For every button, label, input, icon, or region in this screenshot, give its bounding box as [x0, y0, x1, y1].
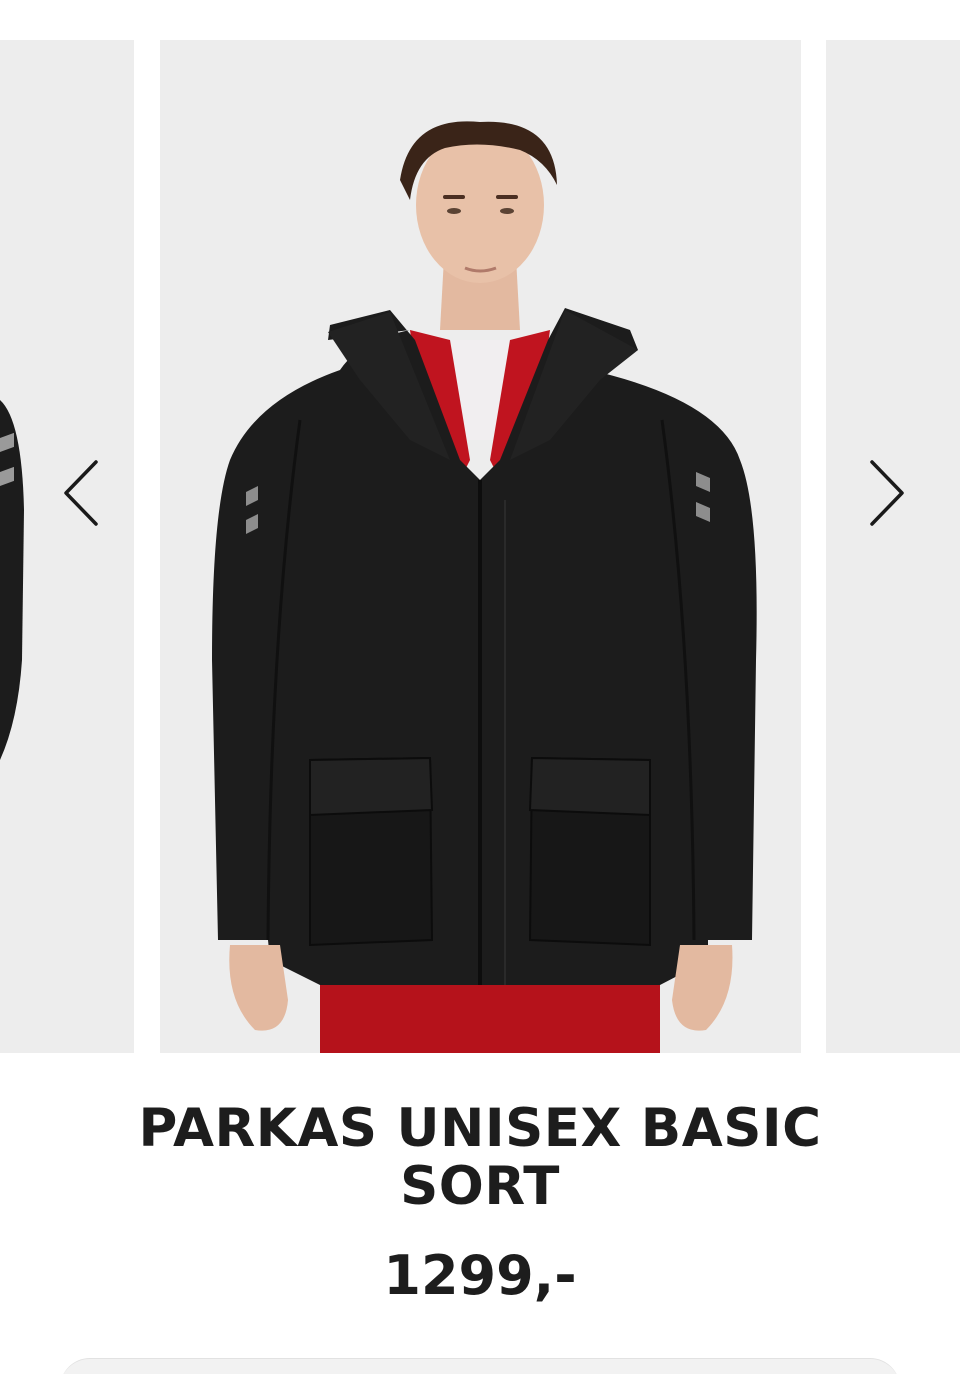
chevron-left-icon: [64, 460, 98, 526]
carousel-slide-current: [160, 40, 801, 1053]
carousel-slide-next[interactable]: [826, 40, 960, 1053]
product-price: 1299,-: [383, 1244, 577, 1307]
carousel-slide-previous[interactable]: [0, 40, 134, 1053]
product-info: PARKAS UNISEX BASIC SORT 1299,-: [0, 1100, 960, 1306]
carousel-next-button[interactable]: [856, 448, 916, 538]
product-page: PARKAS UNISEX BASIC SORT 1299,-: [0, 0, 960, 1374]
product-title: PARKAS UNISEX BASIC SORT: [138, 1098, 822, 1217]
bottom-sheet-edge: [60, 1358, 900, 1374]
product-image: [212, 121, 757, 1053]
previous-product-image: [0, 400, 24, 760]
product-image-carousel[interactable]: [0, 40, 960, 1053]
carousel-prev-button[interactable]: [52, 448, 112, 538]
chevron-right-icon: [870, 460, 904, 526]
